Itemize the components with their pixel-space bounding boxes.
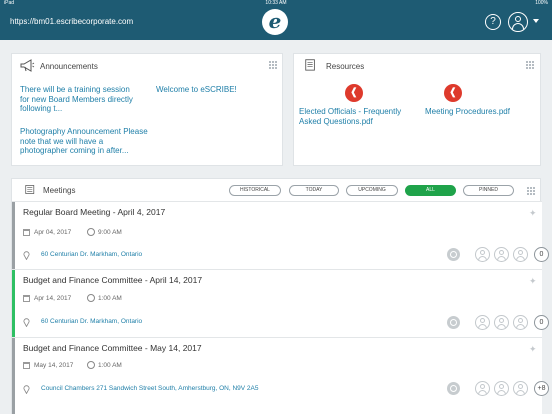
announcement-link[interactable]: Welcome to eSCRIBE! bbox=[156, 85, 266, 95]
megaphone-icon bbox=[20, 59, 35, 72]
location-pin-icon bbox=[23, 318, 30, 327]
announcements-title: Announcements bbox=[40, 62, 98, 71]
document-icon bbox=[305, 59, 315, 71]
status-icon bbox=[447, 382, 460, 395]
meeting-title[interactable]: Regular Board Meeting - April 4, 2017 bbox=[23, 207, 165, 217]
top-bar: https://bm01.escribecorporate.com e ? bbox=[0, 6, 552, 40]
announcements-card: Announcements There will be a training s… bbox=[11, 53, 283, 166]
meetings-card: Meetings HISTORICAL TODAY UPCOMING ALL P… bbox=[11, 178, 549, 414]
pin-icon[interactable]: ✦ bbox=[529, 209, 538, 218]
filter-all[interactable]: ALL bbox=[405, 185, 456, 196]
resource-link[interactable]: Meeting Procedures.pdf bbox=[425, 107, 535, 117]
pdf-icon[interactable]: ❰ bbox=[444, 84, 462, 102]
status-icon bbox=[447, 316, 460, 329]
meeting-row[interactable]: Budget and Finance Committee - April 14,… bbox=[12, 269, 549, 337]
meeting-date: May 14, 2017 bbox=[34, 362, 74, 369]
attendee-icon bbox=[513, 247, 528, 262]
escribe-logo[interactable]: e bbox=[262, 9, 288, 35]
clock-icon bbox=[87, 361, 95, 369]
attendee-icon bbox=[475, 315, 490, 330]
attendee-icon bbox=[494, 247, 509, 262]
filter-historical[interactable]: HISTORICAL bbox=[229, 185, 281, 196]
filter-upcoming[interactable]: UPCOMING bbox=[346, 185, 398, 196]
meeting-status-bar bbox=[12, 338, 15, 414]
attendee-count-badge[interactable]: +8 bbox=[534, 381, 549, 396]
filter-pinned[interactable]: PINNED bbox=[463, 185, 514, 196]
meeting-title[interactable]: Budget and Finance Committee - May 14, 2… bbox=[23, 343, 202, 353]
pdf-icon[interactable]: ❰ bbox=[345, 84, 363, 102]
help-icon[interactable]: ? bbox=[485, 14, 501, 30]
resources-card: Resources ❰ Elected Officials - Frequent… bbox=[293, 53, 541, 166]
meeting-date: Apr 14, 2017 bbox=[34, 295, 72, 302]
meetings-title: Meetings bbox=[43, 186, 76, 195]
attendee-icon bbox=[513, 315, 528, 330]
meeting-location[interactable]: Council Chambers 271 Sandwich Street Sou… bbox=[41, 385, 259, 392]
resources-title: Resources bbox=[326, 62, 365, 71]
announcement-link[interactable]: There will be a training session for new… bbox=[20, 85, 140, 114]
meeting-date: Apr 04, 2017 bbox=[34, 229, 72, 236]
pin-icon[interactable]: ✦ bbox=[529, 345, 538, 354]
attendee-count-badge[interactable]: 0 bbox=[534, 247, 549, 262]
drag-handle-icon[interactable] bbox=[526, 61, 534, 69]
meeting-status-bar bbox=[12, 202, 15, 269]
clock-icon bbox=[87, 228, 95, 236]
location-pin-icon bbox=[23, 251, 30, 260]
clock-icon bbox=[87, 294, 95, 302]
site-url: https://bm01.escribecorporate.com bbox=[10, 17, 134, 26]
meeting-time: 1:00 AM bbox=[98, 295, 122, 302]
drag-handle-icon[interactable] bbox=[269, 61, 277, 69]
attendee-icon bbox=[513, 381, 528, 396]
attendee-icon bbox=[494, 315, 509, 330]
chevron-down-icon[interactable] bbox=[533, 19, 539, 23]
user-avatar-icon[interactable] bbox=[508, 12, 528, 32]
meetings-list-icon bbox=[25, 185, 35, 194]
meeting-row[interactable]: Budget and Finance Committee - May 14, 2… bbox=[12, 337, 549, 414]
meeting-time: 9:00 AM bbox=[98, 229, 122, 236]
pin-icon[interactable]: ✦ bbox=[529, 277, 538, 286]
meeting-time: 1:00 AM bbox=[98, 362, 122, 369]
resource-link[interactable]: Elected Officials - Frequently Asked Que… bbox=[299, 107, 419, 126]
drag-handle-icon[interactable] bbox=[527, 187, 535, 195]
calendar-icon bbox=[23, 229, 30, 236]
attendee-icon bbox=[475, 381, 490, 396]
meeting-title[interactable]: Budget and Finance Committee - April 14,… bbox=[23, 275, 202, 285]
filter-today[interactable]: TODAY bbox=[289, 185, 339, 196]
meeting-row[interactable]: Regular Board Meeting - April 4, 2017 ✦ … bbox=[12, 201, 549, 269]
meeting-status-bar bbox=[12, 270, 15, 337]
calendar-icon bbox=[23, 362, 30, 369]
attendee-icon bbox=[494, 381, 509, 396]
meeting-location[interactable]: 60 Centurian Dr. Markham, Ontario bbox=[41, 318, 142, 325]
attendee-icon bbox=[475, 247, 490, 262]
attendee-count-badge[interactable]: 0 bbox=[534, 315, 549, 330]
location-pin-icon bbox=[23, 385, 30, 394]
announcement-link[interactable]: Photography Announcement Please note tha… bbox=[20, 127, 148, 156]
status-icon bbox=[447, 248, 460, 261]
calendar-icon bbox=[23, 295, 30, 302]
meeting-location[interactable]: 60 Centurian Dr. Markham, Ontario bbox=[41, 251, 142, 258]
